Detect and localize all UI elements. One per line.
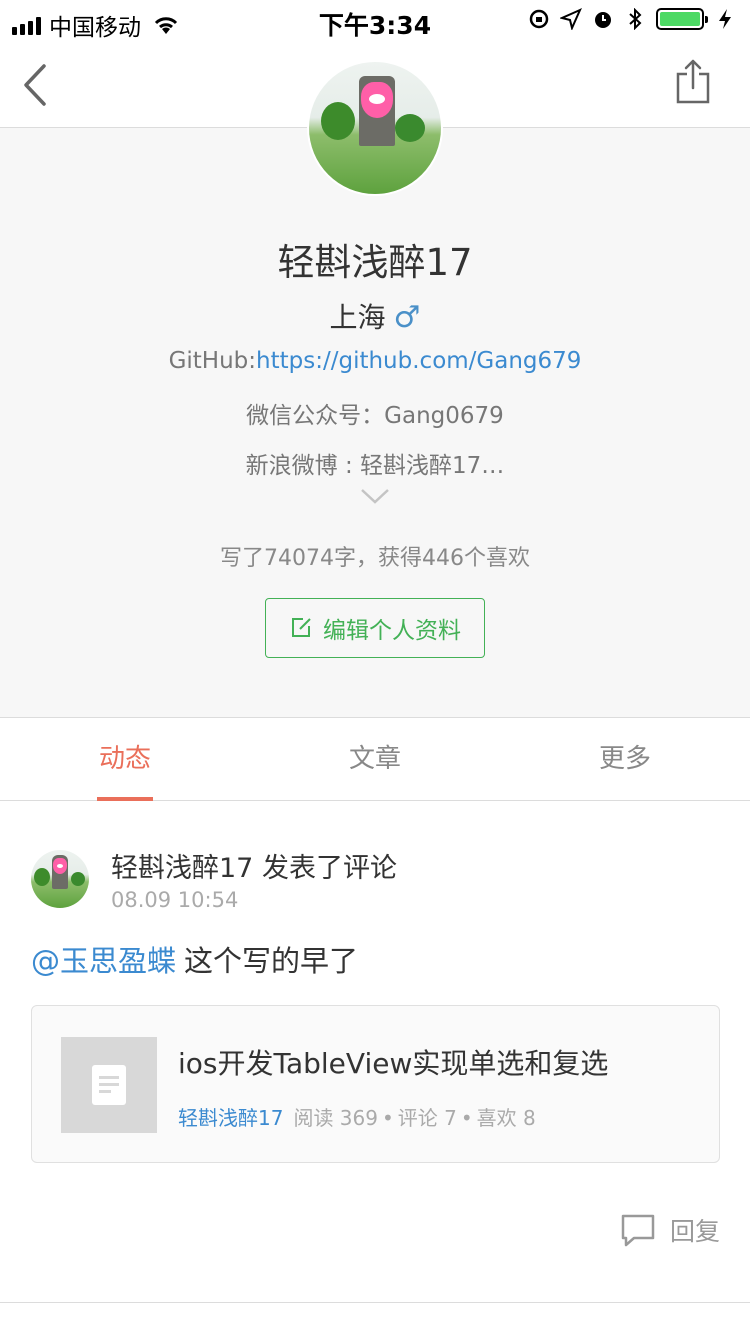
profile-wechat: 微信公众号：Gang0679 <box>246 403 504 429</box>
status-bar: 中国移动 下午3:34 <box>0 0 750 41</box>
location-icon <box>560 8 582 30</box>
tab-bar: 动态 文章 更多 <box>0 719 750 801</box>
article-likes: 喜欢 8 <box>476 1106 536 1130</box>
article-meta: 轻斟浅醉17 阅读 369 • 评论 7 • 喜欢 8 <box>178 1102 536 1131</box>
edit-profile-button[interactable]: 编辑个人资料 <box>265 598 485 658</box>
feed-time: 08.09 10:54 <box>111 888 239 912</box>
article-card[interactable]: ios开发TableView实现单选和复选 轻斟浅醉17 阅读 369 • 评论 7 •… <box>31 1005 720 1163</box>
chevron-down-icon[interactable] <box>360 486 390 506</box>
reply-button[interactable]: 回复 <box>620 1212 720 1248</box>
share-icon[interactable] <box>674 58 712 106</box>
profile-weibo: 新浪微博 : 轻斟浅醉17… <box>245 453 505 479</box>
avatar-image <box>309 62 441 194</box>
avatar[interactable] <box>307 60 443 196</box>
rotation-lock-icon <box>529 9 549 29</box>
feed-item: 轻斟浅醉17 发表了评论 08.09 10:54 @玉思盈蝶 这个写的早了 ios… <box>0 802 750 1302</box>
reply-label: 回复 <box>669 1217 720 1246</box>
feed-avatar-image <box>31 850 89 908</box>
bluetooth-icon <box>629 8 642 30</box>
tab-articles[interactable]: 文章 <box>250 719 500 800</box>
meta-dot: • <box>381 1106 394 1130</box>
profile-name: 轻斟浅醉17 <box>277 241 473 284</box>
tab-activity[interactable]: 动态 <box>0 719 250 801</box>
document-icon <box>92 1065 126 1105</box>
github-link[interactable]: https://github.com/Gang679 <box>256 348 581 374</box>
divider <box>0 1302 750 1303</box>
comment-text: 这个写的早了 <box>184 944 359 978</box>
chevron-left-icon[interactable] <box>18 62 52 108</box>
profile-location-row: 上海 ♂ <box>0 296 750 336</box>
article-comments: 评论 7 <box>397 1106 457 1130</box>
article-thumbnail <box>61 1037 157 1133</box>
profile-header: 轻斟浅醉17 上海 ♂ GitHub:https://github.com/Gan… <box>0 60 750 718</box>
male-icon: ♂ <box>393 300 421 335</box>
profile-stats: 写了74074字，获得446个喜欢 <box>220 546 530 571</box>
feed-title: 轻斟浅醉17 发表了评论 <box>111 853 397 884</box>
comment-icon <box>621 1214 655 1247</box>
meta-dot: • <box>460 1106 473 1130</box>
charging-icon <box>719 9 731 29</box>
article-reads: 阅读 369 <box>293 1106 378 1130</box>
profile-github: GitHub:https://github.com/Gang679 <box>0 348 750 374</box>
article-title: ios开发TableView实现单选和复选 <box>178 1047 609 1080</box>
battery-icon <box>656 8 708 30</box>
mention-link[interactable]: @玉思盈蝶 <box>31 944 176 978</box>
battery-fill <box>660 12 700 26</box>
status-right <box>528 8 736 30</box>
github-label: GitHub: <box>168 348 257 374</box>
feed-comment: @玉思盈蝶 这个写的早了 <box>31 938 358 980</box>
tab-more[interactable]: 更多 <box>500 719 750 800</box>
profile-location: 上海 <box>329 301 386 334</box>
edit-profile-label: 编辑个人资料 <box>323 618 461 644</box>
feed-avatar[interactable] <box>31 850 89 908</box>
alarm-icon <box>595 12 611 28</box>
article-author[interactable]: 轻斟浅醉17 <box>178 1106 283 1130</box>
edit-icon <box>292 618 311 637</box>
